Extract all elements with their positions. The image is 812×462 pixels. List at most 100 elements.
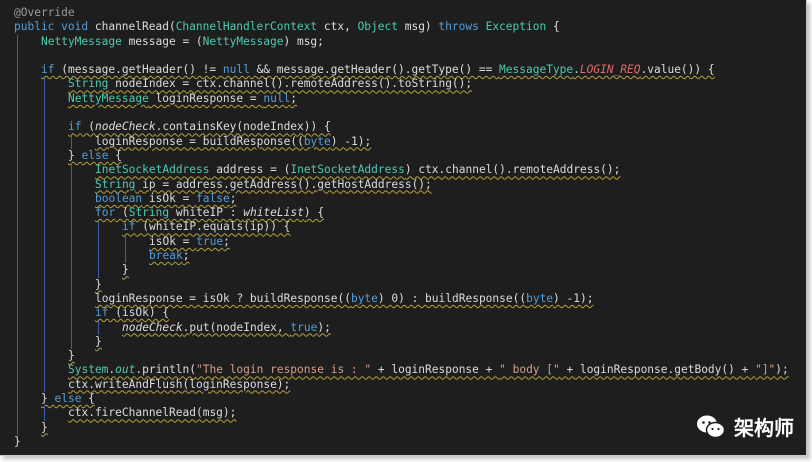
code-token: LOGIN_REQ [579,63,641,77]
code-token: ) -1); [553,291,594,305]
code-token: } [14,434,21,448]
code-token: Object [357,20,398,34]
code-token: ; [182,249,190,263]
code-token: ; [223,234,230,248]
code-token: ) { [303,206,325,220]
indent-guide [125,234,126,264]
code-token: { [108,148,122,162]
code-token: ctx.writeAndFlush(loginResponse); [68,377,291,391]
code-token: null [222,63,250,77]
code-token: NettyMessage [68,91,149,105]
code-token: } [41,392,55,406]
code-token: out [115,363,136,377]
wechat-icon [697,415,726,438]
code-token: && message.getHeader().getType() == [249,63,500,77]
code-token: whiteIP : [169,206,244,220]
code-token: public [14,20,55,34]
code-token: ChannelHandlerContext [175,20,318,34]
code-token: boolean [95,191,143,205]
code-token: loginResponse = [148,91,264,105]
code-token: " body [" [499,363,560,377]
code-token: InetSocketAddress [290,163,405,177]
code-token: address = ( [209,163,291,177]
code-token: NettyMessage [41,34,122,48]
code-token: nodeIndex = ctx.channel().remoteAddress(… [108,77,473,91]
indent-guide [71,134,72,149]
code-token: for [95,206,116,220]
code-token: false [196,191,230,205]
code-token: ) 0) : buildResponse(( [377,291,527,305]
code-token: null [263,91,291,105]
code-token: Exception [485,20,547,34]
code-token: loginResponse = buildResponse(( [95,134,304,148]
code-token: @Override [14,6,75,19]
code-token: ctx, [317,20,358,34]
code-token: ; [229,191,237,205]
code-token: nodeCheck [94,120,156,134]
code-token: if [95,306,109,320]
code-token: void [61,20,89,34]
code-token: InetSocketAddress [95,163,210,177]
code-token: . [573,63,580,77]
indent-guide [17,34,18,435]
code-token: ) ctx.channel().remoteAddress(); [404,163,621,177]
code-token: NettyMessage [202,34,284,48]
code-token: byte [350,291,378,305]
code-token: String [95,177,136,191]
code-token: isOk = [142,191,197,205]
code-token: nodeCheck [122,320,183,334]
code-token: } [68,349,75,363]
watermark-text: 架构师 [734,416,794,440]
code-token: whiteList [243,206,304,220]
code-token: else [81,148,109,162]
code-token: } [41,420,48,434]
code-token: isOk = [149,234,197,248]
code-token: channelRead( [88,20,176,34]
code-token: ) -1); [330,134,372,148]
code-token: (whiteIP.equals(ip)) { [135,220,291,234]
code-token: } [122,263,129,277]
indent-guide [44,406,45,421]
code-token: .put(nodeIndex, [182,320,291,334]
code-editor[interactable]: @Override public void channelRead(Channel… [0,0,807,456]
code-token: message = ( [121,34,203,48]
code-token: String [68,77,109,91]
code-token: ) msg; [283,34,324,48]
code-token: + loginResponse + [371,363,500,377]
code-token: true [290,320,318,334]
code-token: (isOk) { [108,306,170,320]
code-token: if [68,120,82,134]
code-token: ); [775,363,789,377]
code-token: msg) [397,20,439,34]
indent-guide [98,320,99,335]
code-token: byte [526,291,554,305]
code-token: } [68,148,82,162]
code-token: loginResponse = isOk ? buildResponse(( [95,291,351,305]
code-token: if [41,63,55,77]
code-token: ( [115,206,129,220]
code-token: + loginResponse.getBody() + [559,363,756,377]
code-token: else [54,392,82,406]
code-token: "]" [755,363,776,377]
code-token: "The login response is : " [196,363,372,377]
code-token: break [149,249,183,263]
code-token: } [95,334,102,348]
code-token: ; [290,91,298,105]
watermark: 架构师 [696,412,794,441]
code-token: { [546,20,560,34]
code-token: ); [317,320,331,334]
code-token: MessageType [499,63,574,77]
code-token: .println( [135,363,197,377]
indent-guide [71,163,72,350]
indent-guide [44,77,45,393]
code-token: ip = address.getAddress().getHostAddress… [135,177,432,191]
code-token: System [68,363,109,377]
code-token: .value()) { [640,63,715,77]
code-token: ctx.fireChannelRead(msg); [68,406,237,420]
code-token: String [128,206,170,220]
code-token: ( [81,120,95,134]
code-token: } [95,277,102,291]
code-token: throws [438,20,479,34]
code-token: (message.getHeader() != [54,63,223,77]
